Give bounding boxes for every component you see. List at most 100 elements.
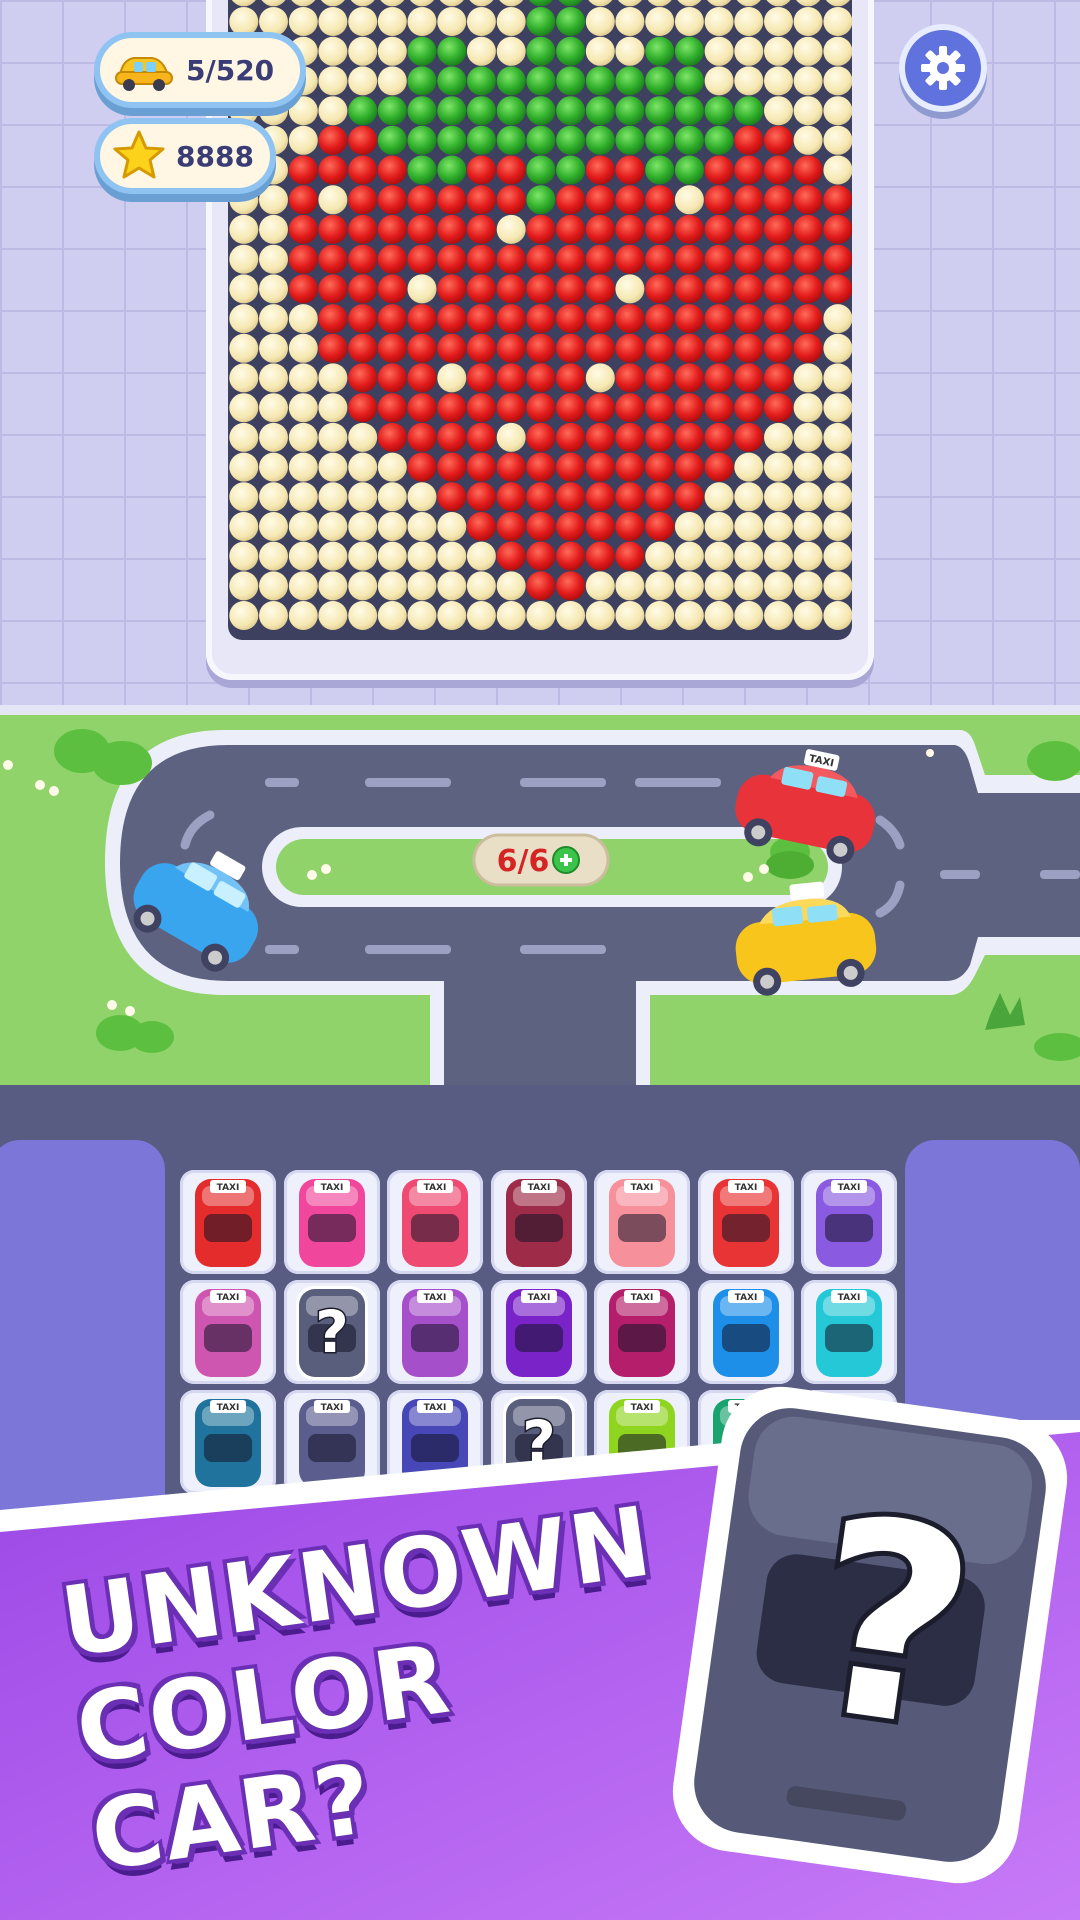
cream-bead [259, 482, 288, 512]
cream-bead [734, 7, 764, 36]
cream-bead [259, 185, 288, 215]
taxi-sign-text: TAXI [527, 1293, 550, 1303]
cream-bead [825, 0, 850, 7]
red-bead [348, 363, 378, 393]
green-bead [437, 66, 467, 96]
cream-bead [764, 7, 793, 36]
parking-slot[interactable]: TAXI [801, 1280, 897, 1384]
parking-slot[interactable]: TAXI [594, 1280, 690, 1384]
cream-bead [588, 0, 613, 7]
red-bead [348, 244, 378, 274]
cream-bead [259, 274, 288, 304]
parked-taxi[interactable]: TAXI [180, 1280, 276, 1384]
cream-bead [288, 96, 318, 126]
red-bead [377, 422, 407, 452]
parking-slot[interactable]: TAXI [180, 1280, 276, 1384]
parked-taxi[interactable]: TAXI [801, 1170, 897, 1274]
parking-slot[interactable]: TAXI [801, 1170, 897, 1274]
parked-taxi[interactable]: TAXI [698, 1280, 794, 1384]
road-capacity-badge[interactable]: 6/6 [472, 833, 610, 887]
green-bead [437, 96, 467, 126]
parking-slot[interactable]: ? [283, 1280, 380, 1384]
parked-taxi[interactable]: TAXI [491, 1170, 587, 1274]
parked-taxi[interactable]: TAXI [698, 1170, 794, 1274]
cream-bead [823, 7, 852, 36]
parking-slot[interactable]: TAXI [697, 1170, 794, 1274]
red-bead [466, 244, 496, 274]
cream-bead [466, 36, 496, 66]
red-bead [823, 214, 852, 244]
cream-bead [556, 601, 586, 630]
red-bead [437, 482, 467, 512]
cream-bead [348, 7, 378, 36]
parked-taxi[interactable]: TAXI [180, 1170, 276, 1274]
parked-taxi[interactable]: TAXI [491, 1280, 587, 1384]
parking-slot[interactable]: TAXI [283, 1170, 380, 1274]
red-bead [466, 274, 496, 304]
cream-bead [793, 7, 823, 36]
green-bead [556, 36, 586, 66]
taxi-sign-text: TAXI [217, 1293, 240, 1303]
cream-bead [793, 512, 823, 541]
cream-bead [229, 244, 259, 274]
cream-bead [288, 482, 318, 512]
green-bead [556, 125, 586, 155]
parking-slot[interactable]: TAXI [594, 1170, 690, 1274]
red-bead [645, 185, 675, 215]
taxi-sign-text: TAXI [734, 1183, 757, 1193]
cream-bead [764, 66, 793, 96]
cream-bead [439, 0, 464, 7]
red-bead [318, 333, 348, 363]
red-bead [704, 274, 734, 304]
parked-taxi[interactable]: TAXI [594, 1280, 690, 1384]
parked-taxi[interactable]: TAXI [387, 1280, 483, 1384]
red-bead [466, 512, 496, 541]
parked-taxi[interactable]: TAXI [801, 1280, 897, 1384]
parking-slot[interactable]: TAXI [387, 1170, 483, 1274]
cream-bead [377, 482, 407, 512]
red-bead [615, 363, 645, 393]
green-bead [496, 96, 526, 126]
parked-taxi[interactable]: TAXI [594, 1170, 690, 1274]
red-bead [496, 244, 526, 274]
red-bead [764, 393, 793, 423]
cream-bead [764, 571, 793, 601]
bead-canvas[interactable] [228, 0, 852, 640]
cream-bead [229, 274, 259, 304]
red-bead [377, 185, 407, 215]
plus-icon[interactable] [552, 846, 580, 874]
cream-bead [823, 452, 852, 482]
cream-bead [318, 541, 348, 571]
green-bead [645, 66, 675, 96]
red-bead [466, 155, 496, 185]
cream-bead [407, 274, 437, 304]
red-bead [615, 393, 645, 423]
green-bead [558, 0, 583, 7]
cream-bead [318, 452, 348, 482]
red-bead [526, 333, 556, 363]
parking-slot[interactable]: TAXI [697, 1280, 794, 1384]
cream-bead [410, 0, 434, 7]
cream-bead [793, 571, 823, 601]
settings-button[interactable] [905, 30, 981, 106]
parking-slot[interactable]: TAXI [387, 1280, 483, 1384]
mystery-car[interactable]: ? [284, 1280, 380, 1384]
cream-bead [377, 7, 407, 36]
red-bead [377, 304, 407, 334]
cream-bead [736, 0, 761, 7]
green-bead [615, 125, 645, 155]
cream-bead [407, 541, 437, 571]
parked-taxi[interactable]: TAXI [387, 1170, 483, 1274]
parking-slot[interactable]: TAXI [490, 1170, 587, 1274]
red-bead [764, 155, 793, 185]
parked-taxi[interactable]: TAXI [284, 1170, 380, 1274]
cream-bead [823, 541, 852, 571]
parking-slot[interactable]: TAXI [490, 1280, 587, 1384]
cream-bead [437, 363, 467, 393]
red-bead [466, 422, 496, 452]
cream-bead [318, 601, 348, 630]
parking-slot[interactable]: TAXI [180, 1170, 276, 1274]
red-bead [645, 452, 675, 482]
cream-bead [229, 541, 259, 571]
cream-bead [377, 452, 407, 482]
